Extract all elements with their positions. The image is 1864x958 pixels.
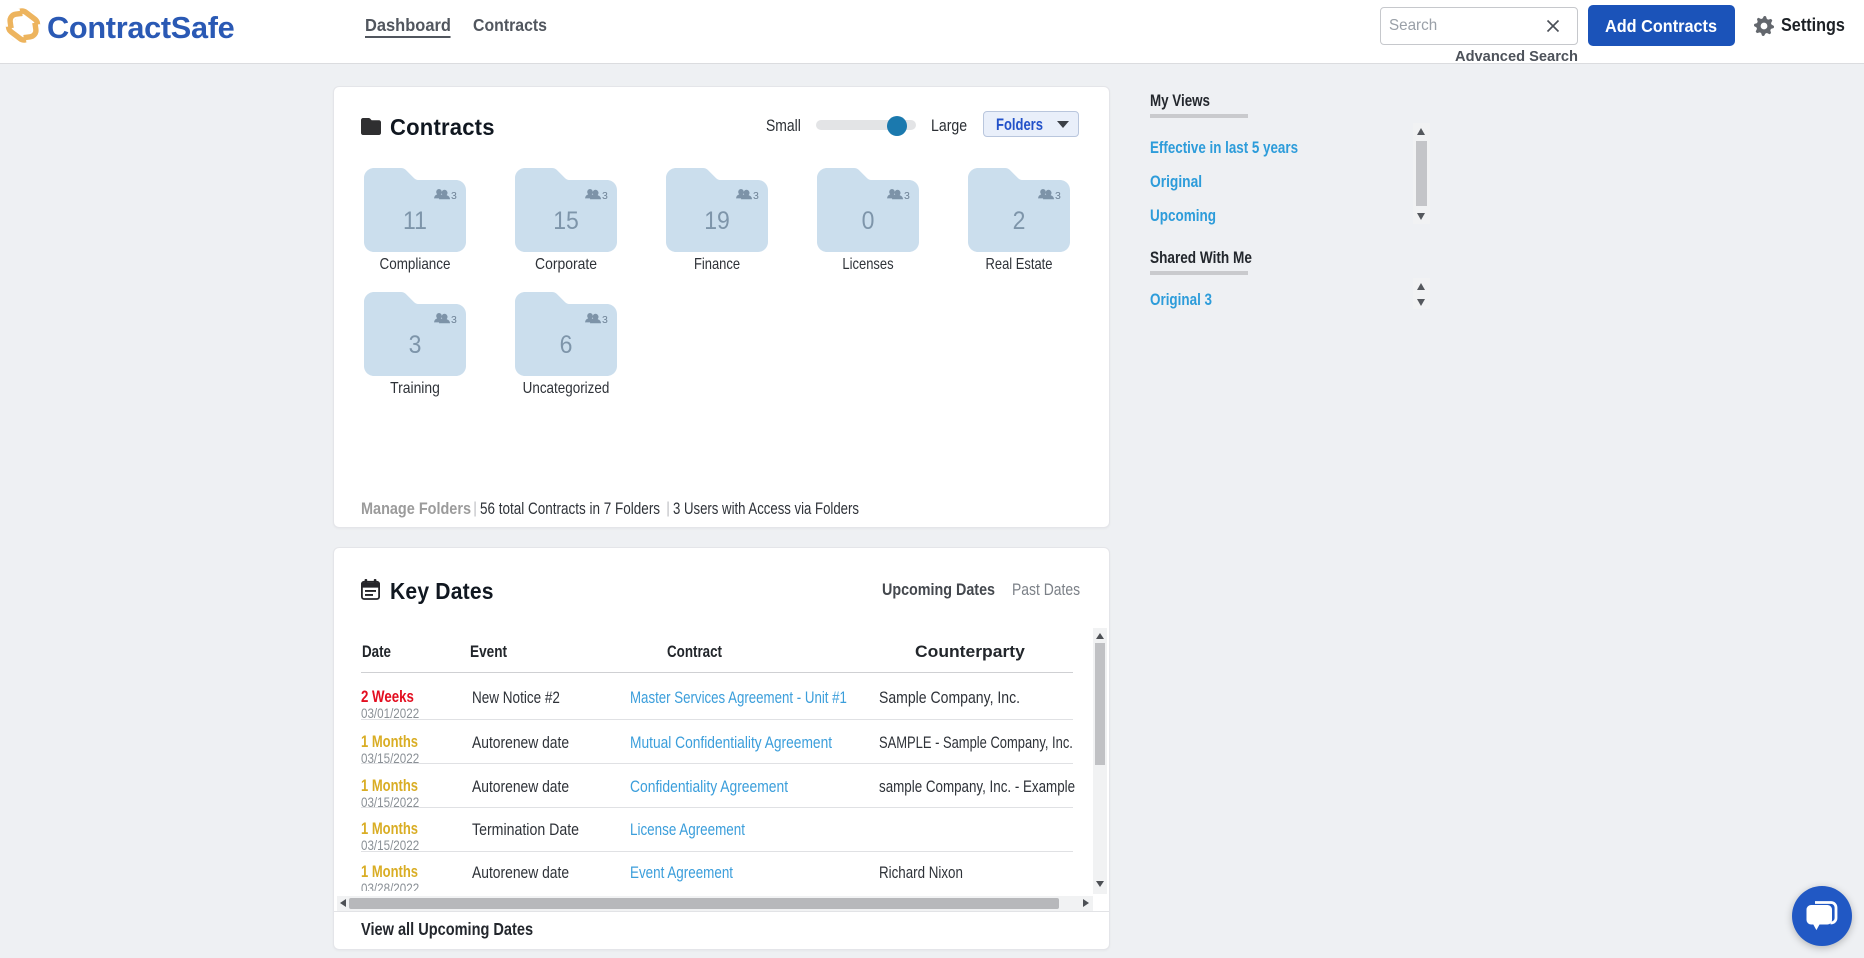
svg-text:0: 0: [862, 207, 875, 235]
svg-text:3: 3: [451, 314, 457, 326]
svg-text:15: 15: [553, 207, 579, 235]
svg-text:3: 3: [1055, 190, 1061, 202]
svg-text:19: 19: [704, 207, 730, 235]
svg-text:11: 11: [403, 207, 427, 235]
svg-text:2: 2: [1013, 207, 1026, 235]
svg-text:3: 3: [753, 190, 759, 202]
svg-text:3: 3: [409, 331, 422, 359]
svg-text:3: 3: [602, 190, 608, 202]
svg-text:3: 3: [451, 190, 457, 202]
svg-text:3: 3: [904, 190, 910, 202]
svg-text:6: 6: [560, 331, 573, 359]
svg-text:3: 3: [602, 314, 608, 326]
